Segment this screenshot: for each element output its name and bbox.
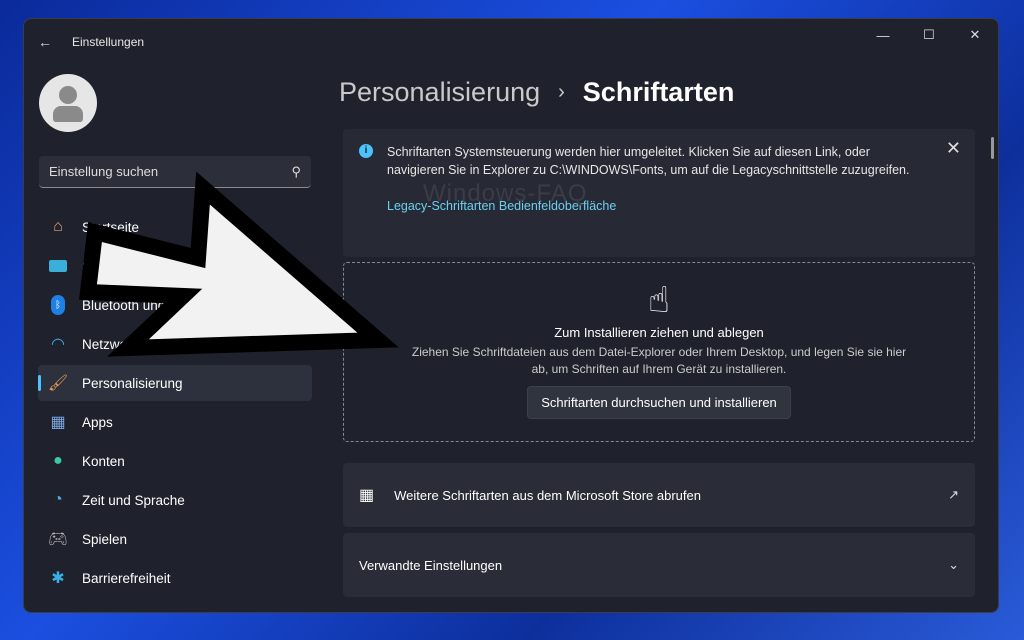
close-button[interactable]: ✕ xyxy=(952,19,998,51)
info-text: Schriftarten Systemsteuerung werden hier… xyxy=(387,145,910,177)
sidebar-item-label: Barrierefreiheit xyxy=(82,570,171,586)
drop-description: Ziehen Sie Schriftdateien aus dem Datei-… xyxy=(411,345,907,376)
breadcrumb: Personalisierung › Schriftarten xyxy=(339,77,734,108)
page-title: Schriftarten xyxy=(582,77,735,107)
sidebar-item-system[interactable]: System xyxy=(38,248,312,284)
sidebar-item-label: Apps xyxy=(82,414,113,430)
sidebar-nav: ⌂ Startseite System ᛒ Bluetooth und Geräte… xyxy=(38,209,312,599)
scrollbar[interactable] xyxy=(991,137,994,159)
home-icon: ⌂ xyxy=(53,218,63,235)
sidebar-item-label: Zeit und Sprache xyxy=(82,492,185,508)
sidebar-item-accounts[interactable]: ● Konten xyxy=(38,443,312,479)
sidebar-item-label: Konten xyxy=(82,453,125,469)
breadcrumb-parent[interactable]: Personalisierung xyxy=(339,77,540,108)
sidebar-item-label: Spielen xyxy=(82,531,128,547)
sidebar-item-gaming[interactable]: 🎮︎ Spielen xyxy=(38,521,312,557)
wifi-icon: ◠ xyxy=(51,336,65,353)
search-placeholder: Einstellung suchen xyxy=(49,164,159,179)
bluetooth-icon: ᛒ xyxy=(48,295,68,315)
store-fonts-label: Weitere Schriftarten aus dem Microsoft S… xyxy=(394,487,701,503)
store-fonts-card[interactable]: ▦ Weitere Schriftarten aus dem Microsoft… xyxy=(343,463,975,527)
watermark: Windows-FAQ xyxy=(423,180,588,207)
hand-pointer-icon: ☝︎ xyxy=(648,279,670,320)
browse-install-button[interactable]: Schriftarten durchsuchen und installiere… xyxy=(527,386,791,419)
maximize-button[interactable]: ☐ xyxy=(906,19,952,51)
window-title: Einstellungen xyxy=(72,35,145,49)
avatar[interactable] xyxy=(39,74,97,132)
store-icon: ▦ xyxy=(359,487,375,504)
gamepad-icon: 🎮︎ xyxy=(47,531,69,548)
sidebar-item-label: Personalisierung xyxy=(82,375,183,391)
title-bar: ← Einstellungen xyxy=(24,19,998,65)
globe-clock-icon: ◔ xyxy=(53,491,63,508)
chevron-right-icon: › xyxy=(558,81,565,103)
sidebar-item-time-language[interactable]: ◔ Zeit und Sprache xyxy=(38,482,312,518)
close-banner-button[interactable]: ✕ xyxy=(946,139,961,157)
search-input[interactable]: Einstellung suchen ⚲ xyxy=(39,156,311,188)
info-banner: i ✕ Schriftarten Systemsteuerung werden … xyxy=(343,129,975,257)
sidebar-item-label: Bluetooth und Geräte xyxy=(82,297,211,313)
related-settings-label: Verwandte Einstellungen xyxy=(359,557,503,573)
sidebar-item-personalization[interactable]: 🖌 Personalisierung xyxy=(38,365,312,401)
accessibility-icon: ✱ xyxy=(51,570,65,587)
related-settings-card[interactable]: Verwandte Einstellungen ⌄ xyxy=(343,533,975,597)
chevron-down-icon: ⌄ xyxy=(948,557,959,572)
sidebar-item-network[interactable]: ◠ Netzwerk und Internet xyxy=(38,326,312,362)
external-link-icon: ↗ xyxy=(948,487,959,502)
sidebar-item-bluetooth[interactable]: ᛒ Bluetooth und Geräte xyxy=(38,287,312,323)
settings-window: ← Einstellungen — ☐ ✕ Einstellung suchen… xyxy=(23,18,999,613)
search-icon: ⚲ xyxy=(291,163,301,179)
minimize-button[interactable]: — xyxy=(860,19,906,51)
sidebar-item-label: Netzwerk und Internet xyxy=(82,336,215,352)
apps-icon: ▦ xyxy=(50,414,66,431)
sidebar-item-label: System xyxy=(82,258,128,274)
info-icon: i xyxy=(359,144,373,158)
sidebar-item-home[interactable]: ⌂ Startseite xyxy=(38,209,312,245)
person-icon: ● xyxy=(53,452,63,469)
sidebar-item-label: Startseite xyxy=(82,219,140,235)
font-drop-zone[interactable]: ☝︎ Zum Installieren ziehen und ablegen Z… xyxy=(343,262,975,442)
drop-title: Zum Installieren ziehen und ablegen xyxy=(554,325,764,340)
back-button[interactable]: ← xyxy=(38,34,58,50)
brush-icon: 🖌 xyxy=(47,375,69,392)
sidebar-item-apps[interactable]: ▦ Apps xyxy=(38,404,312,440)
sidebar-item-accessibility[interactable]: ✱ Barrierefreiheit xyxy=(38,560,312,596)
monitor-icon xyxy=(48,256,68,276)
